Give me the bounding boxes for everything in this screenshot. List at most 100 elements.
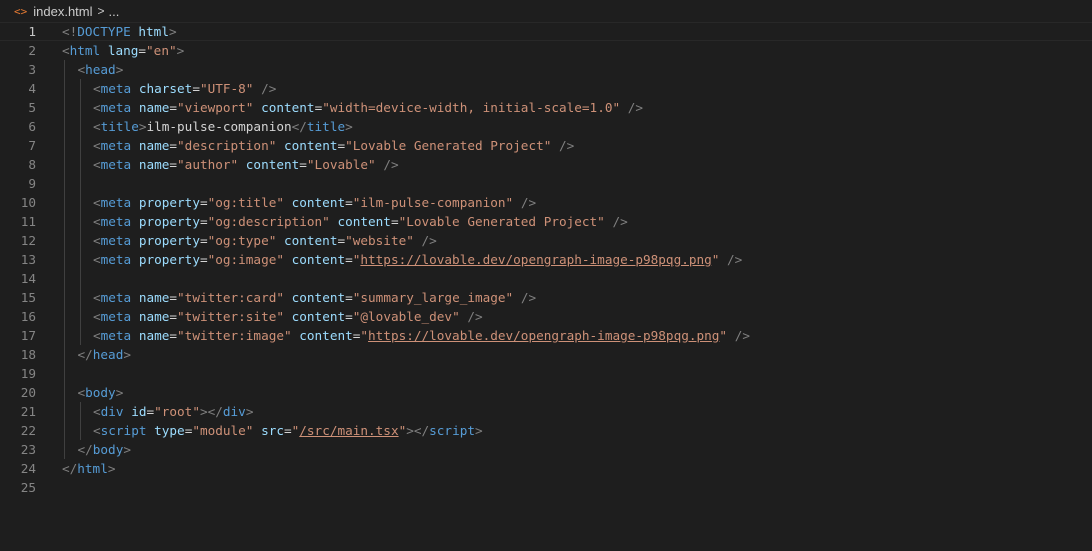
indent-guide [79, 79, 81, 98]
token-attribute-name: content [291, 309, 346, 324]
code-line[interactable]: 6 <title>ilm-pulse-companion</title> [0, 117, 1092, 136]
code-line[interactable]: 12 <meta property="og:type" content="webs… [0, 231, 1092, 250]
token-equals: = [169, 100, 178, 115]
token-link[interactable]: https://lovable.dev/opengraph-image-p98p… [360, 252, 711, 267]
token-equals: = [337, 138, 346, 153]
line-number: 14 [20, 271, 36, 286]
code-line[interactable]: 9 [0, 174, 1092, 193]
indent-guide [64, 326, 65, 345]
code-line[interactable]: 23 </body> [0, 440, 1092, 459]
token-tag-name: meta [100, 328, 132, 343]
token-attribute-value: "width=device-width, initial-scale=1.0" [322, 100, 621, 115]
code-line[interactable]: 19 [0, 364, 1092, 383]
token-attribute-value: "module" [192, 423, 254, 438]
code-line[interactable]: 8 <meta name="author" content="Lovable" /… [0, 155, 1092, 174]
token-link[interactable]: https://lovable.dev/opengraph-image-p98p… [368, 328, 719, 343]
token-attribute-value: "twitter:image" [177, 328, 292, 343]
code-line[interactable]: 20 <body> [0, 383, 1092, 402]
code-line[interactable]: 24 </html> [0, 459, 1092, 478]
token-punctuation: > [245, 404, 254, 419]
indent-guide [64, 383, 65, 402]
token-punctuation: > [123, 442, 131, 457]
token-tag-name: meta [100, 233, 132, 248]
token-tag-name: div [222, 404, 246, 419]
indent-guide [79, 212, 81, 231]
token-punctuation: > [107, 461, 116, 476]
token-attribute-name: content [283, 233, 338, 248]
token-punctuation: < [93, 138, 101, 153]
token-attribute-name: name [138, 157, 170, 172]
token-text: ilm-pulse-companion [146, 119, 292, 134]
code-line[interactable]: 17 <meta name="twitter:image" content="ht… [0, 326, 1092, 345]
code-line[interactable]: 5 <meta name="viewport" content="width=de… [0, 98, 1092, 117]
line-number: 12 [20, 233, 36, 248]
token-equals: = [284, 423, 292, 438]
token-punctuation: <! [62, 24, 78, 39]
code-line[interactable]: 3 <head> [0, 60, 1092, 79]
code-line[interactable]: 21 <div id="root"></div> [0, 402, 1092, 421]
code-line[interactable]: 7 <meta name="description" content="Lovab… [0, 136, 1092, 155]
token-attribute-name: property [138, 195, 200, 210]
line-number: 25 [20, 480, 36, 495]
code-line[interactable]: 4 <meta charset="UTF-8" /> [0, 79, 1092, 98]
code-line[interactable]: 13 <meta property="og:image" content="htt… [0, 250, 1092, 269]
code-line[interactable]: 25 [0, 478, 1092, 497]
code-line[interactable]: 2 <html lang="en"> [0, 41, 1092, 60]
token-link[interactable]: /src/main.tsx [299, 423, 398, 438]
line-number: 2 [28, 43, 36, 58]
code-line[interactable]: 11 <meta property="og:description" conten… [0, 212, 1092, 231]
code-line[interactable]: 18 </head> [0, 345, 1092, 364]
line-number: 7 [28, 138, 36, 153]
breadcrumb-more[interactable]: ... [109, 4, 120, 19]
code-editor[interactable]: 1 <!DOCTYPE html> 2 <html lang="en"> 3 <head>… [0, 22, 1092, 497]
token-equals: = [345, 252, 353, 267]
indent-guide [64, 98, 65, 117]
token-attribute-name: type [154, 423, 185, 438]
token-tag-name: meta [100, 157, 132, 172]
token-attribute-name: name [138, 328, 170, 343]
token-equals: = [169, 290, 178, 305]
code-line[interactable]: 16 <meta name="twitter:site" content="@lo… [0, 307, 1092, 326]
token-tag-name: div [100, 404, 124, 419]
token-tag-name: meta [100, 214, 132, 229]
token-punctuation: > [123, 347, 131, 362]
code-line[interactable]: 15 <meta name="twitter:card" content="sum… [0, 288, 1092, 307]
token-punctuation: < [93, 423, 101, 438]
line-number: 13 [20, 252, 36, 267]
line-number: 11 [20, 214, 36, 229]
breadcrumb-file[interactable]: index.html [33, 4, 92, 19]
indent-guide [79, 307, 81, 326]
token-equals: = [345, 195, 353, 210]
token-punctuation: < [93, 233, 101, 248]
token-attribute-name: name [138, 100, 170, 115]
code-text: <meta property="og:description" content=… [93, 212, 628, 231]
token-attribute-value: "ilm-pulse-companion" [352, 195, 514, 210]
token-attribute-name: content [261, 100, 315, 115]
indent-guide [64, 136, 65, 155]
code-text: <meta property="og:image" content="https… [93, 250, 742, 269]
code-line[interactable]: 10 <meta property="og:title" content="ilm… [0, 193, 1092, 212]
indent-guide [64, 174, 65, 193]
token-punctuation: ></ [406, 423, 430, 438]
indent-guide [64, 402, 65, 421]
code-line[interactable]: 1 <!DOCTYPE html> [0, 22, 1092, 41]
token-attribute-value: "twitter:card" [177, 290, 284, 305]
token-punctuation: > [345, 119, 353, 134]
code-line[interactable]: 14 [0, 269, 1092, 288]
token-equals: = [199, 214, 208, 229]
code-line[interactable]: 22 <script type="module" src="/src/main.t… [0, 421, 1092, 440]
indent-guide [64, 79, 65, 98]
token-equals: = [199, 195, 208, 210]
